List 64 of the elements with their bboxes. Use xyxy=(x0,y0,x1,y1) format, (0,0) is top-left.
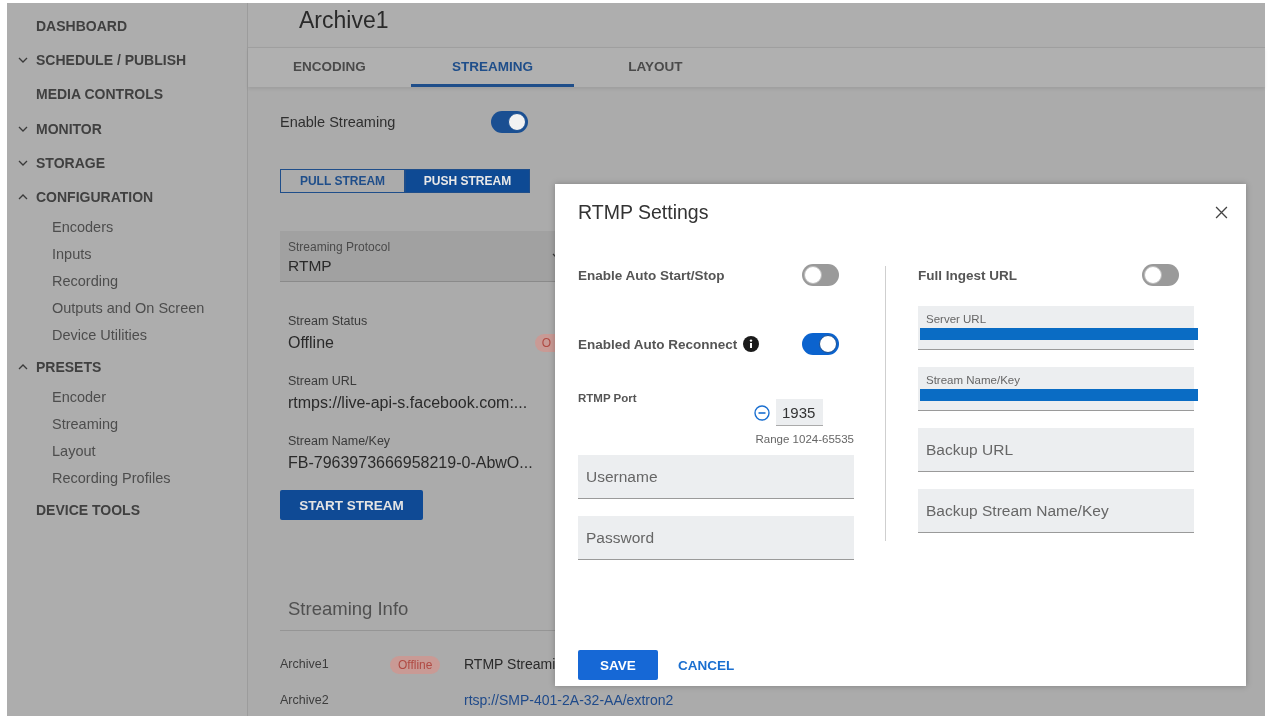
toggle-switch[interactable] xyxy=(1142,264,1179,286)
sidebar-subitem[interactable]: Encoders xyxy=(7,214,247,242)
sidebar-subitem[interactable]: Recording xyxy=(7,268,247,296)
tab[interactable]: STREAMING xyxy=(411,48,574,87)
chevron-up-icon[interactable] xyxy=(17,194,28,201)
setting-label: Enabled Auto Reconnect xyxy=(578,336,738,352)
chevron-up-icon[interactable] xyxy=(17,364,28,371)
start-stream-button[interactable]: START STREAM xyxy=(280,490,423,520)
input-field[interactable]: Backup URL xyxy=(918,428,1194,472)
toggle-switch[interactable] xyxy=(802,264,839,286)
input-field[interactable]: Username xyxy=(578,455,854,499)
info-icon[interactable] xyxy=(743,336,760,352)
stream-link[interactable]: rtsp://SMP-401-2A-32-AA/extron2 xyxy=(464,692,674,708)
field-label: Enable Streaming xyxy=(280,114,396,130)
port-field[interactable]: 1935 xyxy=(776,399,823,426)
status-badge: Offline xyxy=(390,656,441,674)
page-title: Archive1 xyxy=(299,6,390,34)
setting-label: Enable Auto Start/Stop xyxy=(578,267,725,283)
sidebar-item[interactable]: MONITOR xyxy=(36,120,102,137)
sidebar-item[interactable]: SCHEDULE / PUBLISH xyxy=(36,52,187,69)
stream-detail: RTMP Streami xyxy=(464,656,556,672)
field-label: Stream Status xyxy=(287,314,369,328)
tab[interactable]: LAYOUT xyxy=(574,48,737,87)
sidebar-item[interactable]: DEVICE TOOLS xyxy=(36,502,140,519)
stream-name: Archive2 xyxy=(280,693,330,707)
sidebar-item[interactable]: PRESETS xyxy=(36,359,102,376)
cancel-button[interactable]: CANCEL xyxy=(678,657,735,673)
field-value: FB-7963973666958219-0-AbwO... xyxy=(287,454,533,472)
input-field[interactable]: Backup Stream Name/Key xyxy=(918,489,1194,533)
decrement-icon[interactable] xyxy=(754,404,770,421)
field-label: Stream URL xyxy=(287,374,358,388)
field-label: Stream Name/Key xyxy=(287,434,392,448)
segment-button[interactable]: PUSH STREAM xyxy=(405,169,530,193)
toggle-switch[interactable] xyxy=(802,333,839,355)
field-value: rtmps://live-api-s.facebook.com:... xyxy=(287,394,528,412)
status-badge: O xyxy=(534,334,555,352)
sidebar-subitem[interactable]: Streaming xyxy=(7,411,247,439)
sidebar-subitem[interactable]: Device Utilities xyxy=(7,322,247,350)
dropdown-value: RTMP xyxy=(288,256,333,275)
setting-label: Full Ingest URL xyxy=(918,267,1017,283)
sidebar-item[interactable]: DASHBOARD xyxy=(36,18,127,35)
segment-button[interactable]: PULL STREAM xyxy=(280,169,405,193)
sidebar-subitem[interactable]: Layout xyxy=(7,438,247,466)
close-icon[interactable] xyxy=(1215,206,1228,219)
range-hint: Range 1024-65535 xyxy=(755,433,854,445)
sidebar-subitem[interactable]: Encoder xyxy=(7,384,247,412)
stream-name: Archive1 xyxy=(280,657,330,671)
sidebar-subitem[interactable]: Recording Profiles xyxy=(7,465,247,493)
dialog-title: RTMP Settings xyxy=(578,201,709,224)
dropdown-label: Streaming Protocol xyxy=(288,239,391,254)
sidebar-item[interactable]: MEDIA CONTROLS xyxy=(36,86,164,103)
toggle-switch[interactable] xyxy=(491,111,529,133)
chevron-down-icon[interactable] xyxy=(17,125,28,132)
sidebar-item[interactable]: STORAGE xyxy=(36,154,105,171)
chevron-down-icon[interactable] xyxy=(17,159,28,166)
sidebar-subitem[interactable]: Outputs and On Screen xyxy=(7,295,247,323)
chevron-down-icon[interactable] xyxy=(17,57,28,64)
sidebar-item[interactable]: CONFIGURATION xyxy=(36,189,154,206)
input-field[interactable]: Password xyxy=(578,516,854,560)
setting-label: RTMP Port xyxy=(578,392,638,404)
sidebar-subitem[interactable]: Inputs xyxy=(7,241,247,269)
tab[interactable]: ENCODING xyxy=(248,48,411,87)
field-value: Offline xyxy=(287,334,334,352)
save-button[interactable]: SAVE xyxy=(578,650,658,680)
